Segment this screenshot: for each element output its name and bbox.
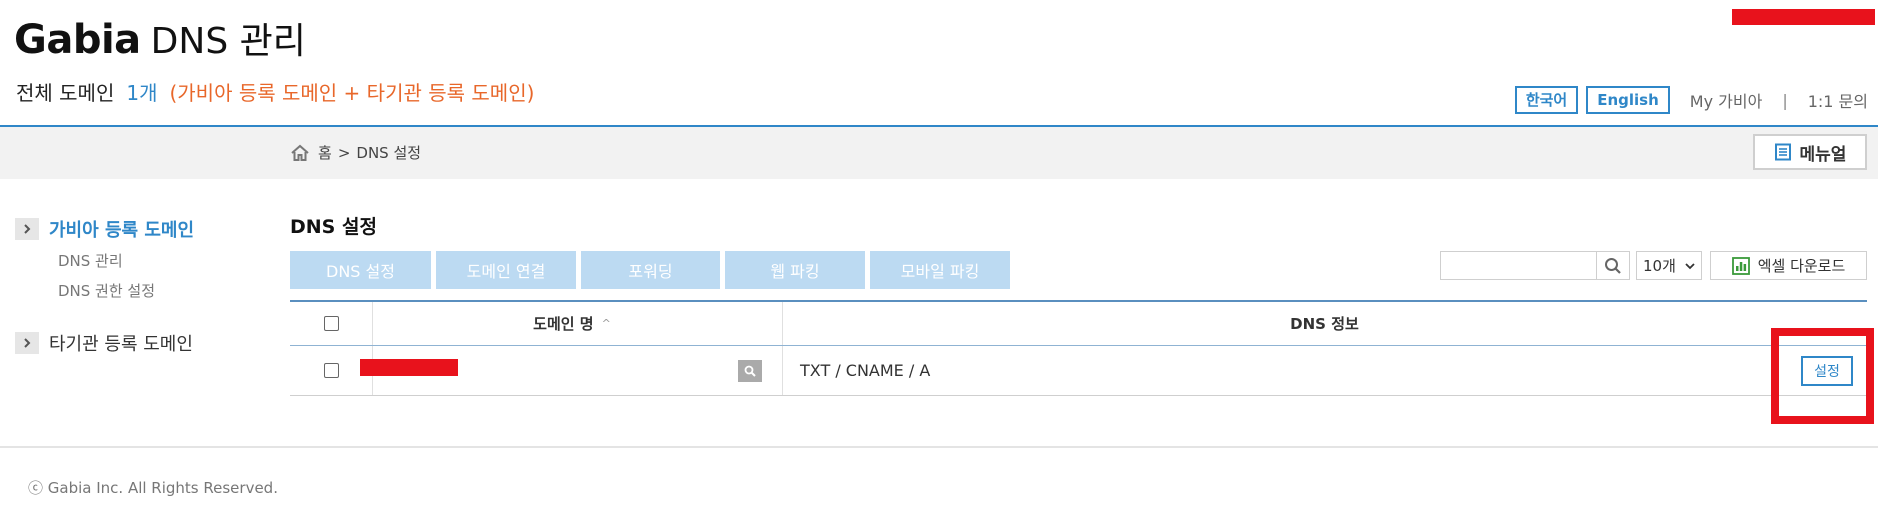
- row-checkbox[interactable]: [323, 363, 339, 378]
- redacted-domain-name: [360, 359, 458, 376]
- page-title: Gabia DNS 관리: [14, 16, 306, 66]
- sort-ascending-icon[interactable]: ^: [602, 317, 611, 330]
- tab-forwarding[interactable]: 포워딩: [581, 251, 720, 289]
- home-icon[interactable]: [290, 144, 310, 162]
- breadcrumb: 홈 > DNS 설정: [290, 142, 427, 163]
- page-size-select[interactable]: 10개: [1636, 251, 1702, 280]
- page-size-value: 10개: [1643, 257, 1676, 275]
- highlight-box: [1771, 328, 1874, 424]
- search-input[interactable]: [1440, 251, 1597, 280]
- header-checkbox-cell: [290, 302, 372, 345]
- lang-english-button[interactable]: English: [1586, 86, 1670, 114]
- header: Gabia DNS 관리 전체 도메인 1개 (가비아 등록 도메인 + 타기관 등록…: [0, 0, 1878, 127]
- manual-button[interactable]: 메뉴얼: [1753, 134, 1867, 170]
- sidebar-item-gabia-domains[interactable]: 가비아 등록 도메인: [15, 216, 194, 242]
- my-gabia-link[interactable]: My 가비아: [1690, 88, 1763, 112]
- breadcrumb-arrow: >: [337, 143, 351, 162]
- column-header-dns-info: DNS 정보: [1290, 315, 1359, 333]
- breadcrumb-bar: 홈 > DNS 설정 메뉴얼: [0, 127, 1878, 179]
- sidebar-item-label: 타기관 등록 도메인: [49, 334, 193, 355]
- excel-download-button[interactable]: 엑셀 다운로드: [1710, 251, 1867, 280]
- document-icon: [1774, 143, 1791, 161]
- footer-copyright: ⓒ Gabia Inc. All Rights Reserved.: [28, 479, 278, 497]
- sidebar-subitem-dns-permission[interactable]: DNS 권한 설정: [58, 280, 155, 301]
- tab-mobile-parking[interactable]: 모바일 파킹: [870, 251, 1010, 289]
- header-dns-info-cell: DNS 정보: [782, 302, 1867, 345]
- search-button[interactable]: [1596, 251, 1630, 280]
- section-title: DNS 설정: [290, 216, 377, 238]
- chevron-right-icon: [15, 218, 39, 240]
- domain-search-icon[interactable]: [738, 360, 762, 382]
- excel-chart-icon: [1731, 256, 1750, 275]
- breadcrumb-current: DNS 설정: [356, 144, 422, 162]
- domain-summary: 전체 도메인 1개 (가비아 등록 도메인 + 타기관 등록 도메인): [16, 80, 534, 106]
- brand-logo[interactable]: Gabia: [14, 17, 141, 63]
- select-all-checkbox[interactable]: [323, 316, 339, 331]
- chevron-right-icon: [15, 332, 39, 354]
- sidebar-subitem-dns-manage[interactable]: DNS 관리: [58, 250, 123, 271]
- summary-note: (가비아 등록 도메인 + 타기관 등록 도메인): [169, 81, 535, 105]
- manual-button-label: 메뉴얼: [1799, 144, 1847, 165]
- column-header-domain: 도메인 명: [533, 315, 594, 333]
- link-separator: |: [1782, 90, 1788, 110]
- dns-info-cell: TXT / CNAME / A: [800, 346, 1500, 395]
- summary-count: 1개: [126, 81, 158, 105]
- summary-label: 전체 도메인: [16, 81, 115, 105]
- breadcrumb-home[interactable]: 홈: [318, 142, 332, 163]
- tab-dns-settings[interactable]: DNS 설정: [290, 251, 431, 289]
- header-domain-cell[interactable]: 도메인 명 ^: [372, 302, 772, 345]
- domain-cell: [360, 346, 782, 395]
- sidebar-item-label: 가비아 등록 도메인: [49, 220, 195, 241]
- table-header: 도메인 명 ^ DNS 정보: [290, 300, 1867, 346]
- footer-divider: [0, 446, 1878, 448]
- table-row: TXT / CNAME / A 설정: [290, 346, 1867, 396]
- column-divider: [782, 346, 783, 395]
- tab-web-parking[interactable]: 웹 파킹: [725, 251, 865, 289]
- inquiry-link[interactable]: 1:1 문의: [1808, 88, 1868, 112]
- search-icon: [1605, 257, 1621, 274]
- chevron-down-icon: [1685, 262, 1695, 269]
- sidebar-item-other-domains[interactable]: 타기관 등록 도메인: [15, 330, 193, 356]
- page-title-text: DNS 관리: [150, 21, 306, 62]
- top-links: 한국어 English My 가비아 | 1:1 문의: [1507, 86, 1868, 114]
- excel-download-label: 엑셀 다운로드: [1757, 257, 1846, 275]
- tab-domain-connect[interactable]: 도메인 연결: [436, 251, 576, 289]
- lang-korean-button[interactable]: 한국어: [1514, 86, 1579, 114]
- dns-info-text: TXT / CNAME / A: [800, 361, 931, 380]
